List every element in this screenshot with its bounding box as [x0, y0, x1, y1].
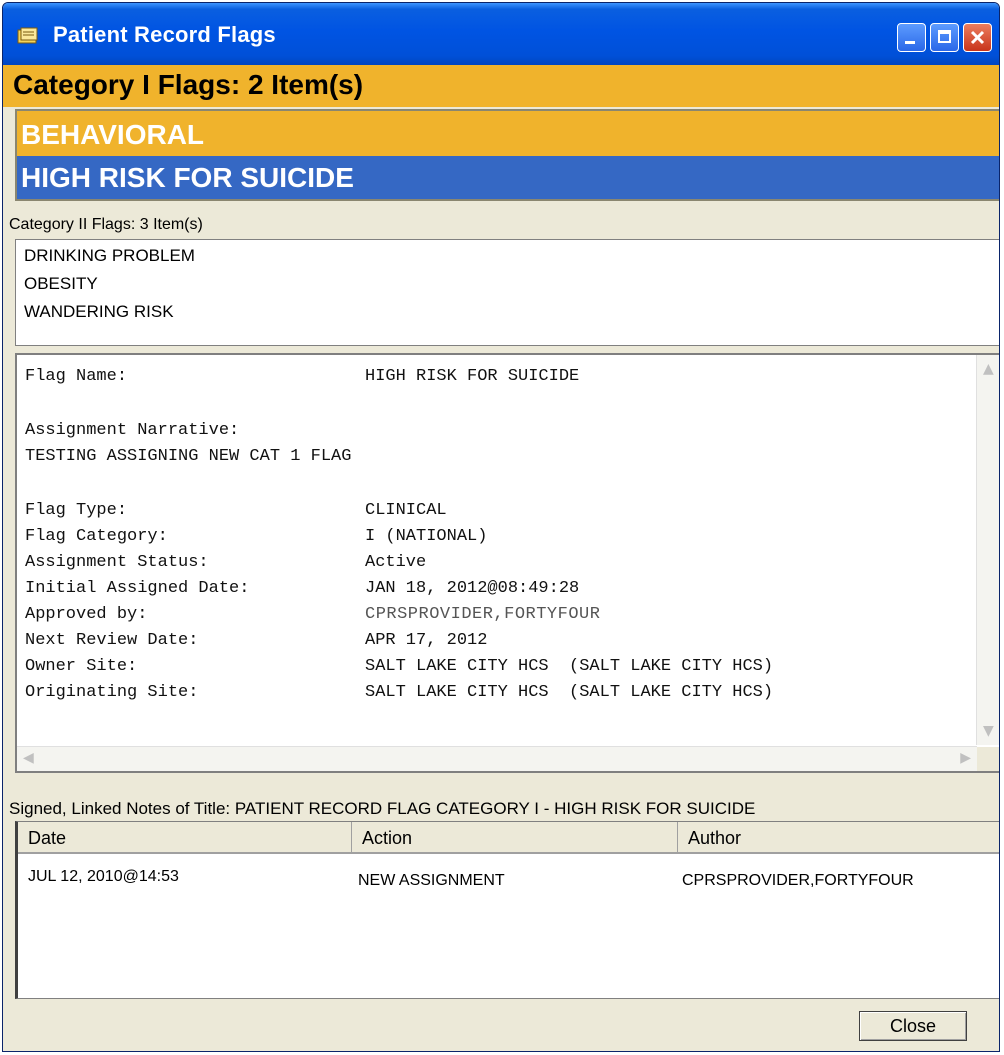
- category2-list[interactable]: DRINKING PROBLEM OBESITY WANDERING RISK: [15, 239, 999, 346]
- note-action: NEW ASSIGNMENT: [358, 872, 505, 889]
- category2-item-wandering-risk[interactable]: WANDERING RISK: [24, 302, 174, 322]
- field-label: Originating Site:: [25, 683, 199, 702]
- category2-item-drinking-problem[interactable]: DRINKING PROBLEM: [24, 246, 195, 266]
- scroll-corner: [977, 747, 999, 771]
- category1-header: Category I Flags: 2 Item(s): [3, 65, 999, 107]
- field-value: SALT LAKE CITY HCS (SALT LAKE CITY HCS): [365, 683, 774, 702]
- field-label: Flag Type:: [25, 501, 128, 520]
- category1-title: Category I Flags: 2 Item(s): [13, 69, 364, 100]
- field-value: APR 17, 2012: [365, 631, 488, 650]
- flag-name-label: Flag Name:: [25, 367, 128, 386]
- close-button[interactable]: Close: [859, 1011, 967, 1041]
- narrative-label: Assignment Narrative:: [25, 421, 240, 440]
- flag-detail-panel[interactable]: Flag Name: HIGH RISK FOR SUICIDE Assignm…: [15, 353, 999, 773]
- close-icon: [970, 30, 985, 45]
- field-label: Owner Site:: [25, 657, 138, 676]
- column-header-author[interactable]: Author: [678, 822, 999, 854]
- flag-detail-text: Flag Name: HIGH RISK FOR SUICIDE Assignm…: [17, 355, 977, 745]
- maximize-button[interactable]: [930, 23, 959, 52]
- flag-name-value: HIGH RISK FOR SUICIDE: [365, 367, 580, 386]
- linked-notes-label: Signed, Linked Notes of Title: PATIENT R…: [9, 799, 756, 818]
- field-label: Flag Category:: [25, 527, 168, 546]
- maximize-icon: [938, 30, 951, 43]
- scroll-right-icon[interactable]: ▶: [960, 750, 971, 766]
- field-value: CLINICAL: [365, 501, 447, 520]
- column-header-date[interactable]: Date: [18, 822, 352, 854]
- category1-item-high-risk-suicide[interactable]: HIGH RISK FOR SUICIDE: [17, 156, 999, 199]
- scroll-up-icon[interactable]: ▲: [983, 361, 994, 377]
- field-label: Initial Assigned Date:: [25, 579, 250, 598]
- field-label: Assignment Status:: [25, 553, 209, 572]
- field-value: Active: [365, 553, 427, 572]
- linked-notes-table[interactable]: Date Action Author JUL 12, 2010@14:53 NE…: [15, 821, 999, 999]
- field-value: CPRSPROVIDER,FORTYFOUR: [365, 605, 601, 624]
- field-label: Approved by:: [25, 605, 148, 624]
- patient-record-flags-window: Patient Record Flags Category I Flags: 2…: [2, 2, 1000, 1052]
- scroll-down-icon[interactable]: ▼: [983, 723, 994, 739]
- title-bar[interactable]: Patient Record Flags: [3, 3, 999, 65]
- minimize-icon: [905, 41, 915, 44]
- field-value: SALT LAKE CITY HCS (SALT LAKE CITY HCS): [365, 657, 774, 676]
- horizontal-scrollbar[interactable]: ◀ ▶: [17, 746, 977, 771]
- note-date: JUL 12, 2010@14:53: [28, 868, 179, 885]
- category2-label: Category II Flags: 3 Item(s): [9, 216, 203, 233]
- note-author: CPRSPROVIDER,FORTYFOUR: [682, 872, 914, 889]
- vertical-scrollbar[interactable]: ▲ ▼: [976, 355, 999, 745]
- field-label: Next Review Date:: [25, 631, 199, 650]
- field-value: I (NATIONAL): [365, 527, 488, 546]
- category2-item-obesity[interactable]: OBESITY: [24, 274, 98, 294]
- narrative-value: TESTING ASSIGNING NEW CAT 1 FLAG: [25, 447, 352, 466]
- field-value: JAN 18, 2012@08:49:28: [365, 579, 580, 598]
- minimize-button[interactable]: [897, 23, 926, 52]
- category1-list[interactable]: BEHAVIORAL HIGH RISK FOR SUICIDE: [15, 109, 999, 201]
- column-header-action[interactable]: Action: [352, 822, 678, 854]
- close-window-button[interactable]: [963, 23, 992, 52]
- category1-item-behavioral[interactable]: BEHAVIORAL: [17, 113, 999, 156]
- scroll-left-icon[interactable]: ◀: [23, 750, 34, 766]
- window-title: Patient Record Flags: [53, 22, 276, 47]
- flag-window-icon: [17, 27, 38, 44]
